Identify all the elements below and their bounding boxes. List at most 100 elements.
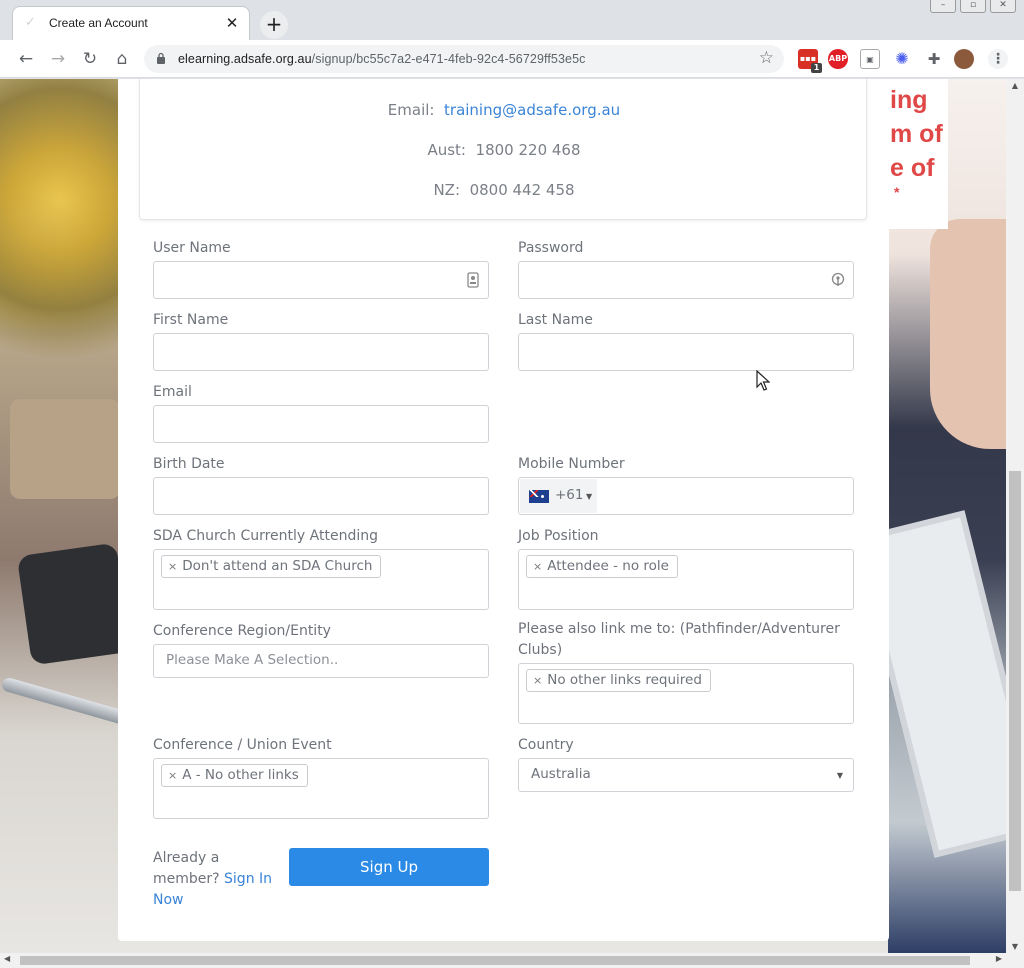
- signup-card: Email: training@adsafe.org.au Aust: 1800…: [118, 79, 889, 941]
- mobile-label: Mobile Number: [518, 456, 625, 472]
- url-path: /signup/bc55c7a2-e471-4feb-92c4-56729ff5…: [311, 52, 586, 66]
- username-input[interactable]: [153, 261, 489, 299]
- link-clubs-label-line1: Please also link me to: (Pathfinder/Adve…: [518, 621, 840, 637]
- country-value: Australia: [531, 766, 591, 782]
- conference-select[interactable]: Please Make A Selection..: [153, 644, 489, 678]
- scroll-left-icon[interactable]: ◀: [4, 954, 10, 963]
- close-icon[interactable]: ✕: [223, 14, 241, 32]
- background-pot: [10, 399, 120, 499]
- australia-flag-icon: [529, 490, 549, 503]
- forward-arrow-icon[interactable]: →: [46, 47, 70, 71]
- extension-window-icon[interactable]: ▣: [860, 49, 880, 69]
- extension-badge: 1: [811, 63, 822, 73]
- contact-aust-label: Aust:: [427, 141, 466, 159]
- contact-info-box: Email: training@adsafe.org.au Aust: 1800…: [139, 79, 867, 220]
- contact-nz-label: NZ:: [433, 181, 461, 199]
- job-selected-text: Attendee - no role: [547, 558, 669, 574]
- mobile-input[interactable]: +61 ▼: [518, 477, 854, 515]
- reload-icon[interactable]: ↻: [78, 47, 102, 71]
- already-member-text: Already a member? Sign In Now: [153, 848, 283, 911]
- contact-nz-value: 0800 442 458: [469, 181, 575, 199]
- firstname-input[interactable]: [153, 333, 489, 371]
- event-multiselect[interactable]: × A - No other links: [153, 758, 489, 819]
- country-label: Country: [518, 737, 574, 753]
- job-label: Job Position: [518, 528, 599, 544]
- job-selected-chip[interactable]: × Attendee - no role: [526, 555, 678, 578]
- bookmark-star-icon[interactable]: ☆: [759, 48, 774, 68]
- sign-up-button[interactable]: Sign Up: [289, 848, 489, 886]
- window-close-icon[interactable]: ✕: [990, 0, 1016, 13]
- event-selected-chip[interactable]: × A - No other links: [161, 764, 308, 787]
- minimize-icon[interactable]: –: [930, 0, 956, 13]
- extension-gear-icon[interactable]: ✺: [892, 49, 912, 69]
- country-select[interactable]: Australia ▼: [518, 758, 854, 792]
- country-code-dropdown[interactable]: +61 ▼: [520, 479, 597, 513]
- hscrollbar-thumb[interactable]: [20, 956, 970, 965]
- contact-aust-value: 1800 220 468: [475, 141, 581, 159]
- email-input[interactable]: [153, 405, 489, 443]
- church-selected-text: Don't attend an SDA Church: [182, 558, 373, 574]
- browser-tab-active[interactable]: ✓ Create an Account ✕: [12, 6, 250, 40]
- remove-chip-icon[interactable]: ×: [533, 674, 542, 687]
- conference-label: Conference Region/Entity: [153, 623, 331, 639]
- mouse-cursor-icon: [756, 370, 770, 391]
- address-bar[interactable]: elearning.adsafe.org.au/signup/bc55c7a2-…: [144, 45, 784, 73]
- adblock-icon[interactable]: ABP: [828, 49, 848, 69]
- password-key-icon: [831, 272, 845, 286]
- new-tab-button[interactable]: +: [260, 11, 288, 39]
- contact-email-link[interactable]: training@adsafe.org.au: [444, 101, 620, 119]
- already-member-prompt: Already a member?: [153, 850, 220, 887]
- background-overlay-text: ing m of e of *: [890, 86, 943, 200]
- conference-placeholder: Please Make A Selection..: [166, 652, 339, 668]
- event-selected-text: A - No other links: [182, 767, 299, 783]
- link-selected-chip[interactable]: × No other links required: [526, 669, 711, 692]
- extensions-puzzle-icon[interactable]: ✚: [924, 49, 944, 69]
- menu-kebab-icon[interactable]: ⋮: [988, 49, 1008, 69]
- page-viewport: ing m of e of * Email: training@adsafe.o…: [0, 79, 1006, 953]
- vertical-scrollbar[interactable]: ▲ ▼: [1006, 79, 1024, 953]
- profile-avatar[interactable]: [954, 49, 974, 69]
- contact-aust-line: Aust: 1800 220 468: [140, 141, 868, 159]
- job-multiselect[interactable]: × Attendee - no role: [518, 549, 854, 610]
- scroll-down-icon[interactable]: ▼: [1006, 942, 1024, 951]
- link-clubs-label-line2: Clubs): [518, 642, 563, 658]
- remove-chip-icon[interactable]: ×: [533, 560, 542, 573]
- scroll-right-icon[interactable]: ▶: [996, 954, 1002, 963]
- background-phone: [16, 542, 132, 666]
- scrollbar-thumb[interactable]: [1009, 471, 1021, 891]
- extension-todo-icon[interactable]: ▪▪▪ 1: [798, 49, 822, 73]
- mobile-country-code: +61: [555, 487, 584, 503]
- link-clubs-label: Please also link me to: (Pathfinder/Adve…: [518, 619, 863, 661]
- contact-nz-line: NZ: 0800 442 458: [140, 181, 868, 199]
- caret-down-icon: ▼: [586, 492, 593, 501]
- church-multiselect[interactable]: × Don't attend an SDA Church: [153, 549, 489, 610]
- link-selected-text: No other links required: [547, 672, 702, 688]
- firstname-label: First Name: [153, 312, 229, 328]
- contact-email-line: Email: training@adsafe.org.au: [140, 101, 868, 119]
- lastname-input[interactable]: [518, 333, 854, 371]
- url-host: elearning.adsafe.org.au: [178, 52, 312, 66]
- link-clubs-multiselect[interactable]: × No other links required: [518, 663, 854, 724]
- browser-toolbar: ← → ↻ ⌂ elearning.adsafe.org.au/signup/b…: [0, 40, 1024, 78]
- back-arrow-icon[interactable]: ←: [14, 47, 38, 71]
- browser-tabstrip: ✓ Create an Account ✕ + – ▫ ✕: [0, 0, 1024, 40]
- window-controls: – ▫ ✕: [930, 0, 1016, 14]
- contact-email-label: Email:: [387, 101, 435, 119]
- horizontal-scrollbar[interactable]: ◀ ▶: [0, 953, 1024, 968]
- scroll-up-icon[interactable]: ▲: [1006, 81, 1024, 90]
- birthdate-input[interactable]: [153, 477, 489, 515]
- remove-chip-icon[interactable]: ×: [168, 560, 177, 573]
- home-icon[interactable]: ⌂: [110, 47, 134, 71]
- maximize-icon[interactable]: ▫: [960, 0, 986, 13]
- contact-card-icon: [467, 272, 479, 288]
- lock-icon: [157, 52, 165, 64]
- background-pen: [0, 676, 130, 726]
- remove-chip-icon[interactable]: ×: [168, 769, 177, 782]
- url-text: elearning.adsafe.org.au/signup/bc55c7a2-…: [178, 52, 585, 66]
- event-label: Conference / Union Event: [153, 737, 332, 753]
- password-label: Password: [518, 240, 584, 256]
- password-input[interactable]: [518, 261, 854, 299]
- birthdate-label: Birth Date: [153, 456, 225, 472]
- username-label: User Name: [153, 240, 231, 256]
- church-selected-chip[interactable]: × Don't attend an SDA Church: [161, 555, 382, 578]
